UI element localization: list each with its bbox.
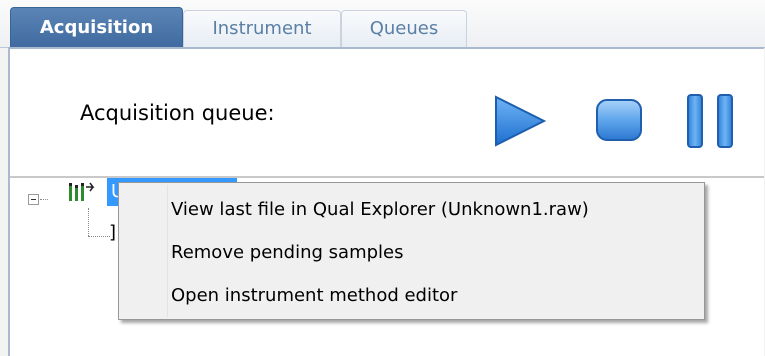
stop-icon[interactable] xyxy=(594,97,644,143)
tree-connector-vertical xyxy=(88,208,89,236)
collapse-icon[interactable] xyxy=(28,194,39,205)
acquisition-window: Acquisition Instrument Queues Acquisitio… xyxy=(0,0,765,356)
tab-strip: Acquisition Instrument Queues xyxy=(0,0,765,48)
menu-item-view-last-file[interactable]: View last file in Qual Explorer (Unknown… xyxy=(171,193,589,227)
context-menu-gutter xyxy=(121,185,168,317)
tree-connector-child xyxy=(88,236,110,237)
acquisition-queue-label: Acquisition queue: xyxy=(80,101,275,125)
tab-acquisition[interactable]: Acquisition xyxy=(10,7,183,48)
pause-icon[interactable] xyxy=(682,93,742,149)
tab-queues[interactable]: Queues xyxy=(341,10,467,47)
tree-connector xyxy=(40,199,48,200)
context-menu: View last file in Qual Explorer (Unknown… xyxy=(118,182,705,320)
play-icon[interactable] xyxy=(488,93,548,149)
menu-item-remove-pending[interactable]: Remove pending samples xyxy=(171,236,403,270)
tab-instrument[interactable]: Instrument xyxy=(183,10,341,47)
menu-item-open-method-editor[interactable]: Open instrument method editor xyxy=(171,279,457,313)
queue-child-node[interactable]: ] xyxy=(109,222,116,243)
queue-header: Acquisition queue: xyxy=(10,49,764,178)
sample-vials-icon xyxy=(69,182,95,201)
